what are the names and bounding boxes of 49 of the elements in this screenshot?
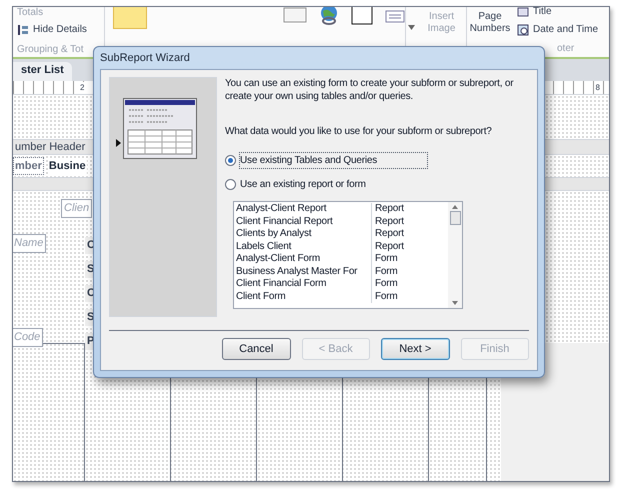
list-item-type: Report	[374, 203, 404, 216]
list-item-name[interactable]: Business Analyst Master For	[234, 266, 372, 278]
report-control: Name	[13, 234, 46, 252]
more-icon[interactable]	[408, 25, 415, 30]
list-item-name[interactable]: Client Form	[234, 290, 372, 303]
list-item-type: Form	[374, 266, 398, 278]
list-item-type: Report	[374, 216, 404, 228]
list-item-type: Form	[374, 290, 398, 303]
report-control: Clien	[61, 199, 92, 218]
report-label: mber	[13, 156, 44, 176]
date-time-icon	[517, 24, 529, 36]
document-tab[interactable]: ster List	[13, 62, 72, 81]
pointer-icon	[116, 139, 121, 147]
scroll-down-icon[interactable]	[452, 301, 458, 305]
list-item-name[interactable]: Clients by Analyst	[234, 228, 372, 240]
hide-details-icon	[17, 24, 29, 36]
ruler-number: 2	[79, 82, 86, 94]
scrollbar[interactable]	[448, 202, 462, 308]
intro-text: You can use an existing form to create your subform or subreport, or create your own using tables and/or queries.	[225, 77, 514, 103]
group-caption: Grouping & Tot	[17, 43, 85, 57]
list-item-name[interactable]: Client Financial Form	[234, 278, 372, 290]
option-label[interactable]: Use an existing report or form	[239, 176, 367, 193]
option-label[interactable]: Use existing Tables and Queries	[239, 152, 428, 169]
list-item-name[interactable]: Client Financial Report	[234, 216, 372, 228]
report-label: Busine	[48, 158, 87, 174]
title-icon	[517, 7, 529, 16]
radio-button[interactable]	[225, 179, 236, 190]
list-item-name[interactable]: Analyst-Client Report	[234, 203, 372, 216]
list-item-name[interactable]: Analyst-Client Form	[234, 253, 372, 266]
date-time-button[interactable]: Date and Time	[533, 22, 598, 37]
scroll-thumb[interactable]	[450, 211, 460, 225]
report-control: Code	[13, 328, 44, 346]
list-item-type: Report	[374, 240, 404, 253]
list-item-name[interactable]: Labels Client	[234, 240, 372, 253]
title-button[interactable]: Title	[533, 7, 552, 19]
list-item-type: Report	[374, 228, 404, 240]
group-caption: oter	[557, 42, 576, 56]
object-list[interactable]	[233, 201, 463, 309]
wizard-button[interactable]: Cancel	[222, 338, 290, 360]
scroll-up-icon[interactable]	[452, 205, 458, 209]
list-item-type: Form	[374, 278, 398, 290]
section-header: umber Header	[14, 140, 86, 155]
wizard-button[interactable]: Next >	[381, 338, 450, 360]
hide-details-button[interactable]: Hide Details	[33, 22, 87, 37]
dialog-title: SubReport Wizard	[100, 50, 190, 66]
question-text: What data would you like to use for your subform or subreport?	[225, 125, 493, 138]
ruler-number: 8	[594, 82, 601, 94]
list-item-type: Form	[374, 253, 398, 266]
radio-button[interactable]	[225, 155, 236, 166]
